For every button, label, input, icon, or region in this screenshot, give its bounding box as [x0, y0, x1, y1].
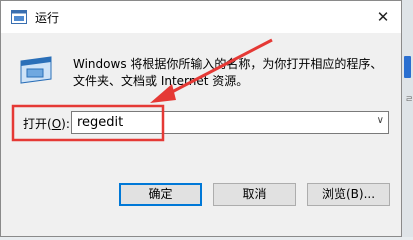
open-label: 打开(O):	[23, 115, 70, 132]
window-title: 运行	[35, 11, 60, 25]
open-combobox[interactable]: regedit ∨	[71, 111, 389, 134]
background-window-strip: ㄹ	[402, 0, 413, 237]
description-line-2: 文件夹、文档或 Internet 资源。	[73, 74, 249, 88]
open-input-value[interactable]: regedit	[77, 115, 123, 130]
run-description: Windows 将根据你所输入的名称，为你打开相应的程序、 文件夹、文档或 In…	[73, 56, 385, 90]
background-glyph: ㄹ	[405, 95, 413, 105]
dropdown-arrow-icon[interactable]: ∨	[377, 115, 384, 126]
open-label-end: ):	[61, 117, 70, 131]
run-app-icon	[11, 10, 27, 24]
description-line-1: Windows 将根据你所输入的名称，为你打开相应的程序、	[73, 57, 383, 71]
background-accent	[404, 56, 411, 78]
ok-button[interactable]: 确定	[119, 183, 202, 206]
close-icon: ✕	[376, 8, 390, 26]
run-dialog: 运行 ✕ Windows 将根据你所输入的名称，为你打开相应的程序、 文件夹、文…	[0, 0, 402, 237]
browse-button[interactable]: 浏览(B)...	[307, 183, 390, 206]
cancel-button[interactable]: 取消	[213, 183, 296, 206]
run-program-icon	[20, 56, 52, 84]
open-label-mnemonic: O	[51, 117, 62, 131]
close-button[interactable]: ✕	[365, 1, 401, 33]
title-bar: 运行 ✕	[1, 1, 401, 33]
open-label-start: 打开(	[23, 117, 52, 131]
